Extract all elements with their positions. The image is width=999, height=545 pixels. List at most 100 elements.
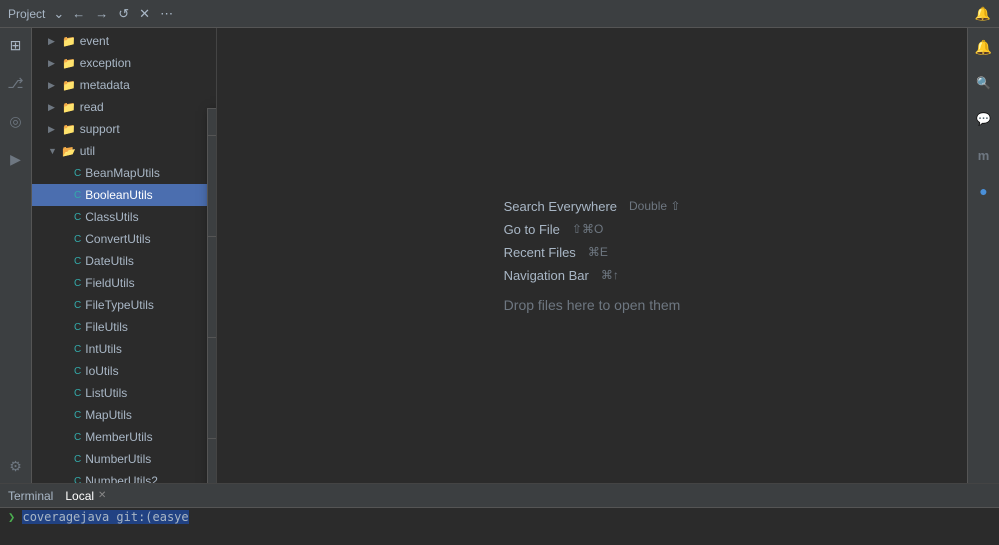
menu-item-new[interactable]: New ▶ ● Comate: 针对文件生产单测 ● Comate: 生成dao…: [208, 109, 217, 133]
menu-item-new-label: New: [216, 114, 217, 128]
terminal-content: ❯ coveragejava git:(easye: [0, 508, 999, 545]
menu-item-analyze-left: Analyze: [216, 268, 217, 282]
tree-item-event[interactable]: ▶ 📁 event: [32, 30, 216, 52]
class-icon: C: [74, 190, 81, 201]
notification-icon[interactable]: 🔔: [975, 6, 991, 22]
activity-git-icon[interactable]: ⎇: [5, 72, 27, 94]
top-bar-icons: ← → ↺ ✕ ⋯: [72, 6, 173, 22]
tree-item-maputils[interactable]: C MapUtils: [32, 404, 216, 426]
tree-item-filetypeutils[interactable]: C FileTypeUtils: [32, 294, 216, 316]
tree-item-booleanutils[interactable]: C BooleanUtils: [32, 184, 216, 206]
tree-item-read[interactable]: ▶ 📁 read: [32, 96, 216, 118]
tree-label: MemberUtils: [85, 430, 152, 444]
refresh-icon[interactable]: ↺: [118, 6, 129, 22]
tree-item-metadata[interactable]: ▶ 📁 metadata: [32, 74, 216, 96]
class-icon: C: [74, 344, 81, 355]
tree-item-classutils[interactable]: C ClassUtils: [32, 206, 216, 228]
tree-label: util: [80, 144, 95, 158]
more-icon[interactable]: ⋯: [160, 6, 173, 22]
right-search-icon[interactable]: 🔍: [973, 72, 995, 94]
tree-label: ClassUtils: [85, 210, 138, 224]
file-tree: ▶ 📁 event ▶ 📁 exception ▶ 📁 metadata ▶ 📁…: [32, 28, 216, 483]
menu-item-reformat[interactable]: ≡ Reformat Code ⌥⌘L: [208, 340, 217, 364]
forward-icon[interactable]: →: [95, 6, 108, 21]
terminal-tab-local[interactable]: Local ✕: [65, 489, 106, 503]
menu-item-paste[interactable]: 📋 Paste ⌘V: [208, 210, 217, 234]
terminal-tab-terminal[interactable]: Terminal: [8, 489, 53, 503]
tree-item-util[interactable]: ▼ 📂 util: [32, 140, 216, 162]
folder-open-icon: 📂: [62, 145, 76, 158]
cut-icon: ✂: [216, 143, 217, 157]
menu-item-delete[interactable]: Delete... ⌦: [208, 388, 217, 412]
tree-item-numberutils2[interactable]: C NumberUtils2: [32, 470, 216, 483]
class-icon: C: [74, 476, 81, 484]
menu-item-cut[interactable]: ✂ Cut ⌘X: [208, 138, 217, 162]
tree-item-listutils[interactable]: C ListUtils: [32, 382, 216, 404]
tree-item-convertutils[interactable]: C ConvertUtils: [32, 228, 216, 250]
menu-item-open-right-split[interactable]: ⬚ Open in Right Split ⇧↵: [208, 441, 217, 465]
terminal-tab-close-icon[interactable]: ✕: [98, 490, 106, 501]
go-to-file-item: Go to File ⇧⌘O: [504, 222, 604, 237]
tree-label: support: [80, 122, 120, 136]
right-notification-icon[interactable]: 🔔: [973, 36, 995, 58]
menu-item-open-in[interactable]: Open In ▶: [208, 465, 217, 483]
tree-label: read: [80, 100, 104, 114]
tree-arrow: ▶: [48, 58, 60, 69]
menu-item-analyze[interactable]: Analyze ▶: [208, 263, 217, 287]
class-icon: C: [74, 322, 81, 333]
close-icon[interactable]: ✕: [139, 6, 150, 22]
back-icon[interactable]: ←: [72, 6, 85, 21]
menu-item-refactor-left: Refactor: [216, 292, 217, 306]
terminal-tabs: Terminal Local ✕: [0, 484, 999, 508]
tree-item-support[interactable]: ▶ 📁 support: [32, 118, 216, 140]
override-filetype-label: Override File Type: [216, 417, 217, 431]
menu-item-copy[interactable]: ⧉ Copy ⌘C: [208, 162, 217, 186]
class-icon: C: [74, 278, 81, 289]
tree-label: NumberUtils2: [85, 474, 158, 483]
recent-files-item: Recent Files ⌘E: [504, 245, 608, 260]
class-icon: C: [74, 234, 81, 245]
tree-label: IntUtils: [85, 342, 122, 356]
project-dropdown-icon[interactable]: ⌄: [53, 6, 64, 22]
top-bar-right: 🔔: [975, 6, 991, 22]
context-menu: New ▶ ● Comate: 针对文件生产单测 ● Comate: 生成dao…: [207, 108, 217, 483]
tree-item-numberutils[interactable]: C NumberUtils: [32, 448, 216, 470]
menu-item-reformat-left: ≡ Reformat Code: [216, 345, 217, 359]
right-m-icon[interactable]: m: [973, 144, 995, 166]
tree-item-fileutils[interactable]: C FileUtils: [32, 316, 216, 338]
activity-settings-icon[interactable]: ⚙: [5, 455, 27, 477]
tree-item-fieldutils[interactable]: C FieldUtils: [32, 272, 216, 294]
tree-item-memberutils[interactable]: C MemberUtils: [32, 426, 216, 448]
menu-item-refactor[interactable]: Refactor ▶: [208, 287, 217, 311]
menu-item-optimize[interactable]: Optimize Imports ^⌥O: [208, 364, 217, 388]
tree-item-dateutils[interactable]: C DateUtils: [32, 250, 216, 272]
activity-run-icon[interactable]: ▶: [5, 148, 27, 170]
tree-label: MapUtils: [85, 408, 132, 422]
menu-item-find-usages-left: Find Usages: [216, 244, 217, 258]
menu-item-override-filetype[interactable]: Override File Type: [208, 412, 217, 436]
activity-project-icon[interactable]: ⊞: [5, 34, 27, 56]
go-to-file-shortcut: ⇧⌘O: [572, 222, 603, 236]
right-comate-icon[interactable]: ●: [973, 180, 995, 202]
terminal-command: coveragejava git:(easye: [22, 510, 188, 524]
bookmarks-label: Bookmarks: [216, 316, 217, 330]
folder-icon: 📁: [62, 101, 76, 114]
main-layout: ⊞ ⎇ ◎ ▶ ⚙ ▶ 📁 event ▶ 📁 exception ▶ 📁 me…: [0, 28, 999, 483]
search-everywhere-label: Search Everywhere: [504, 199, 617, 214]
open-right-split-icon: ⬚: [216, 446, 217, 460]
menu-separator-2: [208, 236, 217, 237]
tree-item-intutils[interactable]: C IntUtils: [32, 338, 216, 360]
menu-item-copy-path[interactable]: Copy Path/Reference...: [208, 186, 217, 210]
tree-item-exception[interactable]: ▶ 📁 exception: [32, 52, 216, 74]
search-everywhere-shortcut: Double ⇧: [629, 199, 680, 213]
activity-search-icon[interactable]: ◎: [5, 110, 27, 132]
right-chat-icon[interactable]: 💬: [973, 108, 995, 130]
menu-item-bookmarks[interactable]: Bookmarks ▶: [208, 311, 217, 335]
menu-item-find-usages[interactable]: Find Usages ⌥F7: [208, 239, 217, 263]
tree-label: ConvertUtils: [85, 232, 150, 246]
tree-item-ioutils[interactable]: C IoUtils: [32, 360, 216, 382]
tree-item-beanmaputils[interactable]: C BeanMapUtils: [32, 162, 216, 184]
menu-item-delete-left: Delete...: [216, 393, 217, 407]
class-icon: C: [74, 454, 81, 465]
top-bar-left: Project ⌄ ← → ↺ ✕ ⋯: [8, 6, 173, 22]
